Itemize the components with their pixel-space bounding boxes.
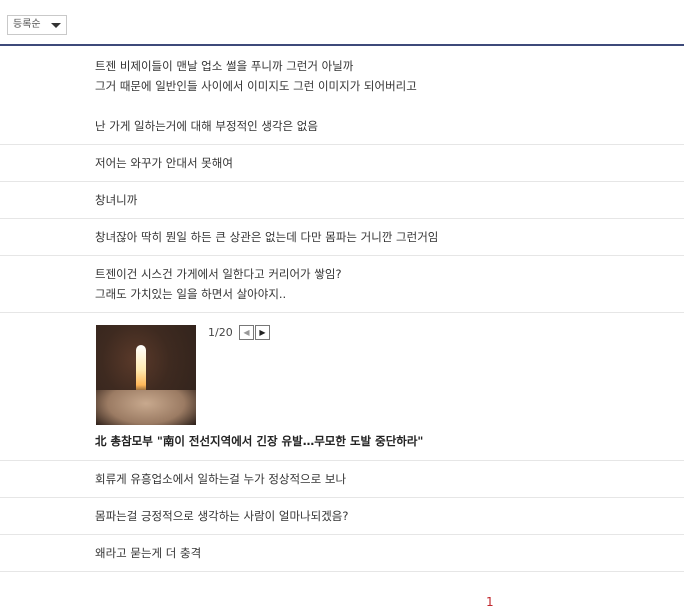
chevron-right-icon[interactable]: ▶ [255, 325, 270, 340]
comment-item: 저어는 와꾸가 안대서 못해여 [0, 145, 684, 182]
comment-text-line: 트젠 비제이들이 맨날 업소 썰을 푸니까 그런거 아닐까 [95, 59, 354, 73]
comment-toolbar: 등록순 [0, 0, 684, 46]
pagination-current-page[interactable]: 1 [486, 595, 494, 609]
comment-item: 몸파는걸 긍정적으로 생각하는 사람이 얼마나되겠음? [0, 498, 684, 535]
rocket-launch-image [136, 345, 146, 395]
comment-text-line: 난 가게 일하는거에 대해 부정적인 생각은 없음 [95, 119, 318, 133]
sort-order-value: 등록순 [13, 19, 41, 30]
comment-item: 트젠이건 시스건 가게에서 일한다고 커리어가 쌓임? 그래도 가치있는 일을 … [0, 256, 684, 313]
chevron-left-icon[interactable]: ◀ [239, 325, 254, 340]
news-thumbnail[interactable] [96, 325, 196, 425]
comment-item: 창녀니까 [0, 182, 684, 219]
comment-text-line: 트젠이건 시스건 가게에서 일한다고 커리어가 쌓임? [95, 267, 342, 281]
comment-text-line: 창녀잖아 딱히 뭔일 하든 큰 상관은 없는데 다만 몸파는 거니깐 그런거임 [95, 230, 439, 244]
comment-text-line: 그래도 가치있는 일을 하면서 살아야지.. [95, 287, 287, 301]
comment-item: 창녀잖아 딱히 뭔일 하든 큰 상관은 없는데 다만 몸파는 거니깐 그런거임 [0, 219, 684, 256]
comment-text-line: 몸파는걸 긍정적으로 생각하는 사람이 얼마나되겠음? [95, 509, 349, 523]
comment-text-line: 그거 때문에 일반인들 사이에서 이미지도 그런 이미지가 되어버리고 [95, 79, 417, 93]
comment-text-line: 왜라고 묻는게 더 충격 [95, 546, 202, 560]
comment-item: 왜라고 묻는게 더 충격 [0, 535, 684, 572]
comment-text-line: 창녀니까 [95, 193, 138, 207]
comment-item: 트젠 비제이들이 맨날 업소 썰을 푸니까 그런거 아닐까 그거 때문에 일반인… [0, 48, 684, 145]
chevron-down-icon [51, 23, 61, 28]
comment-item: 회류게 유흥업소에서 일하는걸 누가 정상적으로 보나 [0, 461, 684, 498]
smoke-image [96, 390, 196, 425]
sort-order-select[interactable]: 등록순 [7, 15, 67, 35]
comment-text-line: 회류게 유흥업소에서 일하는걸 누가 정상적으로 보나 [95, 472, 347, 486]
comment-text-line: 저어는 와꾸가 안대서 못해여 [95, 156, 233, 170]
news-counter: 1/20 [208, 326, 233, 339]
news-headline[interactable]: 北 총참모부 "南이 전선지역에서 긴장 유발…무모한 도발 중단하라" [95, 433, 423, 449]
